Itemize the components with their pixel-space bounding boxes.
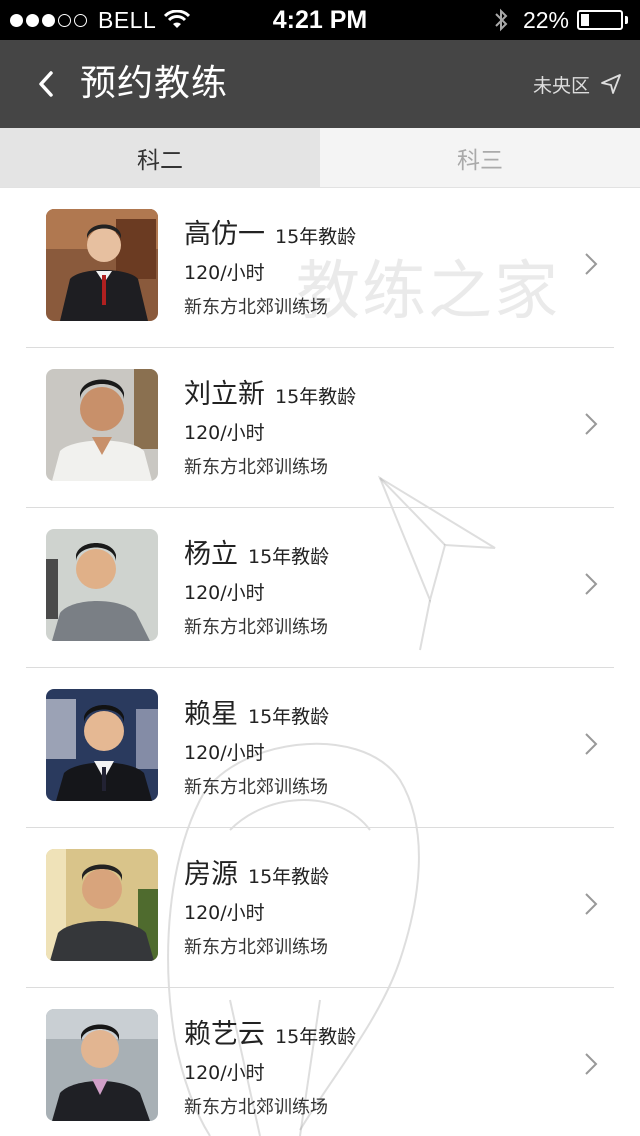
coach-avatar [46,849,158,961]
coach-info: 房源 15年教龄 120/小时 新东方北郊训练场 [184,852,329,966]
coach-training-ground: 新东方北郊训练场 [184,777,328,798]
coach-experience: 15年教龄 [248,706,330,728]
location-arrow-icon [601,74,621,94]
tab-subject-two[interactable]: 科二 [0,128,320,187]
chevron-right-icon [585,893,598,915]
coach-experience: 15年教龄 [248,546,330,568]
battery-percentage: 22% [522,6,569,33]
coach-list-item[interactable]: 杨立 15年教龄 120/小时 新东方北郊训练场 [26,508,614,668]
coach-training-ground: 新东方北郊训练场 [184,1097,328,1118]
coach-name: 刘立新 [184,379,265,410]
coach-avatar [46,369,158,481]
chevron-left-icon [39,71,53,97]
chevron-right-icon [585,733,598,755]
battery-tip [625,16,628,24]
coach-price: 120/小时 [184,422,265,444]
location-label: 未央区 [532,74,590,97]
coach-avatar [46,689,158,801]
location-selector[interactable]: 未央区 [533,40,622,128]
coach-info: 赖艺云 15年教龄 120/小时 新东方北郊训练场 [184,1012,356,1126]
coach-price: 120/小时 [184,582,265,604]
coach-avatar [46,209,158,321]
battery-icon [577,10,623,30]
coach-info: 刘立新 15年教龄 120/小时 新东方北郊训练场 [184,372,356,486]
coach-training-ground: 新东方北郊训练场 [184,937,328,958]
coach-list-item[interactable]: 房源 15年教龄 120/小时 新东方北郊训练场 [26,828,614,988]
coach-list: 高仿一 15年教龄 120/小时 新东方北郊训练场 刘立新 15年教龄 120/… [0,188,640,1136]
coach-name: 杨立 [184,539,238,570]
coach-info: 杨立 15年教龄 120/小时 新东方北郊训练场 [184,532,329,646]
subject-tabs: 科二 科三 [0,128,640,188]
status-right: 22% [493,0,628,40]
coach-experience: 15年教龄 [275,226,357,248]
coach-list-item[interactable]: 赖艺云 15年教龄 120/小时 新东方北郊训练场 [26,988,614,1136]
coach-price: 120/小时 [184,742,265,764]
back-button[interactable] [22,60,70,108]
coach-avatar [46,529,158,641]
chevron-right-icon [585,253,598,275]
coach-name: 赖星 [184,699,238,730]
chevron-right-icon [585,413,598,435]
coach-experience: 15年教龄 [275,1026,357,1048]
coach-price: 120/小时 [184,262,265,284]
status-bar: BELL 4:21 PM 22% [0,0,640,40]
coach-experience: 15年教龄 [275,386,357,408]
bluetooth-icon [495,8,508,32]
coach-list-item[interactable]: 高仿一 15年教龄 120/小时 新东方北郊训练场 [26,188,614,348]
coach-info: 高仿一 15年教龄 120/小时 新东方北郊训练场 [184,212,356,326]
tab-subject-three[interactable]: 科三 [320,128,640,187]
coach-training-ground: 新东方北郊训练场 [184,617,328,638]
coach-list-item[interactable]: 刘立新 15年教龄 120/小时 新东方北郊训练场 [26,348,614,508]
coach-info: 赖星 15年教龄 120/小时 新东方北郊训练场 [184,692,329,806]
battery-fill [581,14,589,26]
chevron-right-icon [585,573,598,595]
chevron-right-icon [585,1053,598,1075]
coach-training-ground: 新东方北郊训练场 [184,297,328,318]
coach-price: 120/小时 [184,902,265,924]
coach-list-item[interactable]: 赖星 15年教龄 120/小时 新东方北郊训练场 [26,668,614,828]
coach-name: 高仿一 [184,219,265,250]
coach-name: 房源 [184,859,238,890]
coach-avatar [46,1009,158,1121]
coach-experience: 15年教龄 [248,866,330,888]
page-title: 预约教练 [80,63,229,104]
coach-training-ground: 新东方北郊训练场 [184,457,328,478]
coach-price: 120/小时 [184,1062,265,1084]
coach-name: 赖艺云 [184,1019,265,1050]
nav-bar: 预约教练 未央区 [0,40,640,128]
